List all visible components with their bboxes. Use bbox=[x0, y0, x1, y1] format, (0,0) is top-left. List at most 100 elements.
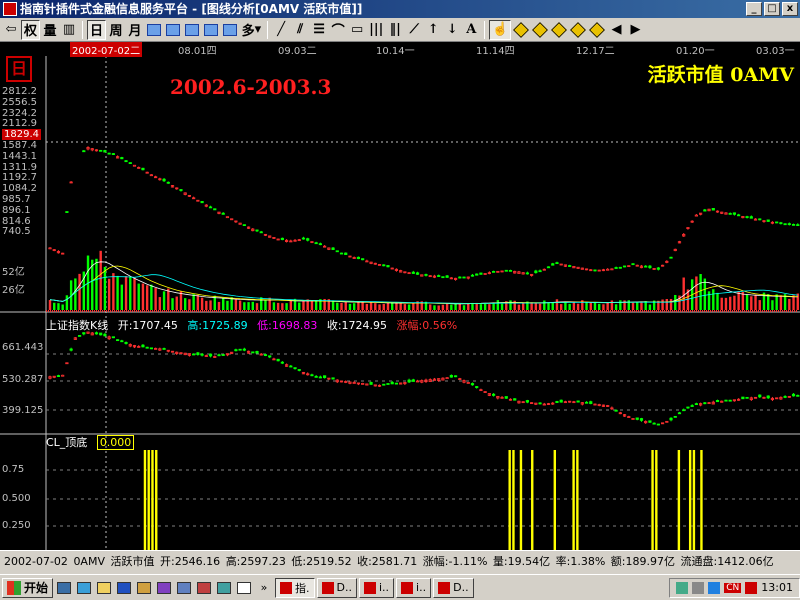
fib-lines-icon[interactable]: ||| bbox=[367, 20, 385, 40]
arrow-up-icon[interactable]: ↑ bbox=[424, 20, 442, 40]
stock-title: 活跃市值 0AMV bbox=[647, 64, 794, 86]
weekly-button[interactable]: 周 bbox=[107, 20, 125, 40]
index-candle bbox=[242, 348, 246, 351]
folder-icon[interactable] bbox=[95, 579, 113, 597]
blank-window-icon[interactable] bbox=[235, 579, 253, 597]
cl-signal-bar bbox=[688, 450, 692, 550]
start-button[interactable]: 开始 bbox=[2, 577, 54, 598]
volume-bar bbox=[593, 302, 597, 310]
volume-bar bbox=[112, 273, 115, 310]
daily-button[interactable]: 日 bbox=[87, 19, 107, 40]
explorer-icon[interactable] bbox=[75, 579, 93, 597]
arc-tool-icon[interactable]: ⌒ bbox=[329, 20, 347, 40]
window-icon[interactable] bbox=[175, 579, 193, 597]
tray-app-icon[interactable] bbox=[676, 581, 689, 594]
window2-icon[interactable] bbox=[164, 20, 182, 40]
volume-bar bbox=[129, 276, 132, 310]
index-candle bbox=[639, 418, 644, 421]
liang-button[interactable]: 量 bbox=[41, 20, 59, 40]
index-candle bbox=[61, 374, 65, 377]
task-label: D.. bbox=[453, 581, 469, 594]
task-label: 指. bbox=[295, 581, 310, 595]
diamond3-icon[interactable] bbox=[550, 20, 568, 40]
index-candle bbox=[703, 402, 707, 405]
axis-tick-label: 530.287 bbox=[2, 374, 44, 385]
monthly-button[interactable]: 月 bbox=[126, 20, 144, 40]
chevron-icon[interactable]: » bbox=[255, 579, 273, 597]
multi-button[interactable]: 多 ▾ bbox=[221, 20, 263, 40]
close-button[interactable]: x bbox=[782, 2, 798, 16]
rect-tool-icon[interactable]: ▭ bbox=[348, 20, 366, 40]
taskbar-task[interactable]: 指. bbox=[275, 577, 315, 598]
time-lines-icon[interactable]: ‖| bbox=[386, 20, 404, 40]
volume-bar bbox=[314, 300, 318, 310]
volume-bar bbox=[374, 303, 377, 310]
volume-bar bbox=[661, 299, 664, 310]
day-period-icon[interactable]: 日 bbox=[6, 56, 32, 82]
next-icon[interactable]: ▶ bbox=[626, 20, 644, 40]
diamond5-icon[interactable] bbox=[588, 20, 606, 40]
index-candle bbox=[728, 399, 732, 402]
minimize-button[interactable]: _ bbox=[746, 2, 762, 16]
volume-bar bbox=[103, 266, 107, 310]
price-candle bbox=[437, 275, 441, 277]
price-candle bbox=[669, 256, 673, 259]
media-icon[interactable] bbox=[155, 579, 173, 597]
volume-bar bbox=[382, 303, 385, 310]
window1-icon[interactable] bbox=[145, 20, 163, 40]
index-candle bbox=[631, 418, 635, 420]
volume-bar bbox=[48, 300, 52, 310]
taskbar-task[interactable]: i.. bbox=[358, 577, 395, 598]
back-icon[interactable]: ⇦ bbox=[2, 20, 20, 40]
diamond2-icon[interactable] bbox=[531, 20, 549, 40]
restore-button[interactable]: □ bbox=[764, 2, 780, 16]
bar-chart-icon[interactable]: ▥ bbox=[60, 20, 78, 40]
price-candle bbox=[538, 270, 542, 273]
cl-signal-bar bbox=[553, 450, 556, 550]
network-tray-icon[interactable] bbox=[708, 581, 721, 594]
parallel-line-icon[interactable]: ⫽ bbox=[291, 20, 309, 40]
volume-bar bbox=[264, 300, 267, 310]
volume-icon[interactable] bbox=[692, 581, 705, 594]
line-tool-icon[interactable]: ╱ bbox=[272, 20, 290, 40]
volume-bar bbox=[412, 303, 415, 310]
price-candle bbox=[610, 268, 614, 271]
price-candle bbox=[766, 219, 770, 222]
input-lang-badge[interactable]: CN bbox=[724, 582, 742, 593]
desktop-icon[interactable] bbox=[55, 579, 73, 597]
window3-icon[interactable] bbox=[183, 20, 201, 40]
network-icon[interactable] bbox=[215, 579, 233, 597]
chart-canvas[interactable] bbox=[0, 42, 800, 550]
price-candle bbox=[749, 216, 753, 219]
taskbar-task[interactable]: i.. bbox=[396, 577, 432, 598]
volume-bar bbox=[754, 295, 757, 310]
price-candle bbox=[361, 258, 365, 261]
channel-tool-icon[interactable]: ☰ bbox=[310, 20, 328, 40]
index-candle bbox=[576, 400, 580, 403]
prev-icon[interactable]: ◀ bbox=[607, 20, 625, 40]
text-tool-icon[interactable]: A bbox=[462, 20, 480, 40]
volume-bar bbox=[640, 301, 643, 310]
price-candle bbox=[656, 267, 660, 270]
arrow-down-icon[interactable]: ↓ bbox=[443, 20, 461, 40]
volume-bar bbox=[589, 302, 592, 310]
app-icon bbox=[3, 2, 17, 16]
volume-bar bbox=[99, 250, 102, 310]
taskbar-task[interactable]: D.. bbox=[433, 577, 474, 598]
taskbar-task[interactable]: D.. bbox=[316, 577, 357, 598]
cursor-icon[interactable]: ☝ bbox=[489, 19, 512, 40]
paint-icon[interactable] bbox=[135, 579, 153, 597]
chart-area[interactable]: 2002-07-02二 08.01四 09.03二 10.14一 11.14四 12.17… bbox=[0, 42, 800, 550]
diamond1-icon[interactable] bbox=[512, 20, 530, 40]
price-candle bbox=[568, 265, 572, 267]
window4-icon[interactable] bbox=[202, 20, 220, 40]
app-icon-2[interactable] bbox=[195, 579, 213, 597]
volume-bar bbox=[238, 300, 242, 310]
gann-tool-icon[interactable]: ⟋ bbox=[405, 20, 423, 40]
diamond4-icon[interactable] bbox=[569, 20, 587, 40]
volume-bar bbox=[222, 298, 225, 310]
index-candle bbox=[635, 417, 639, 420]
word-icon[interactable] bbox=[115, 579, 133, 597]
tray-red-icon[interactable] bbox=[745, 581, 758, 594]
quan-button[interactable]: 权 bbox=[21, 19, 41, 40]
